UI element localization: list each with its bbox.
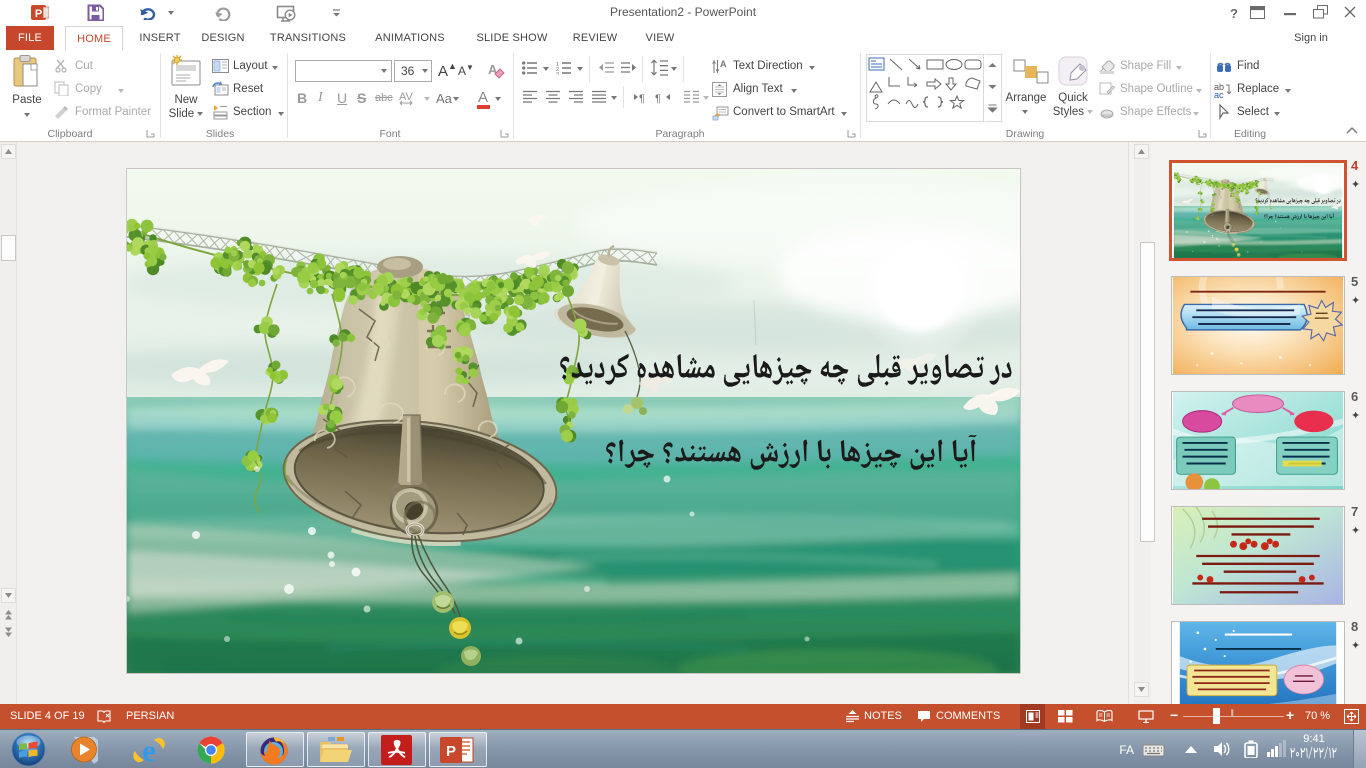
svg-text:3: 3: [556, 72, 559, 75]
svg-text:?: ?: [1230, 6, 1238, 20]
svg-text:A: A: [720, 59, 727, 69]
svg-text:e: e: [142, 733, 156, 767]
svg-text:¶: ¶: [655, 93, 661, 104]
svg-text:P: P: [446, 743, 456, 760]
svg-text:¶: ¶: [639, 93, 645, 104]
svg-text:ac: ac: [1214, 90, 1224, 98]
